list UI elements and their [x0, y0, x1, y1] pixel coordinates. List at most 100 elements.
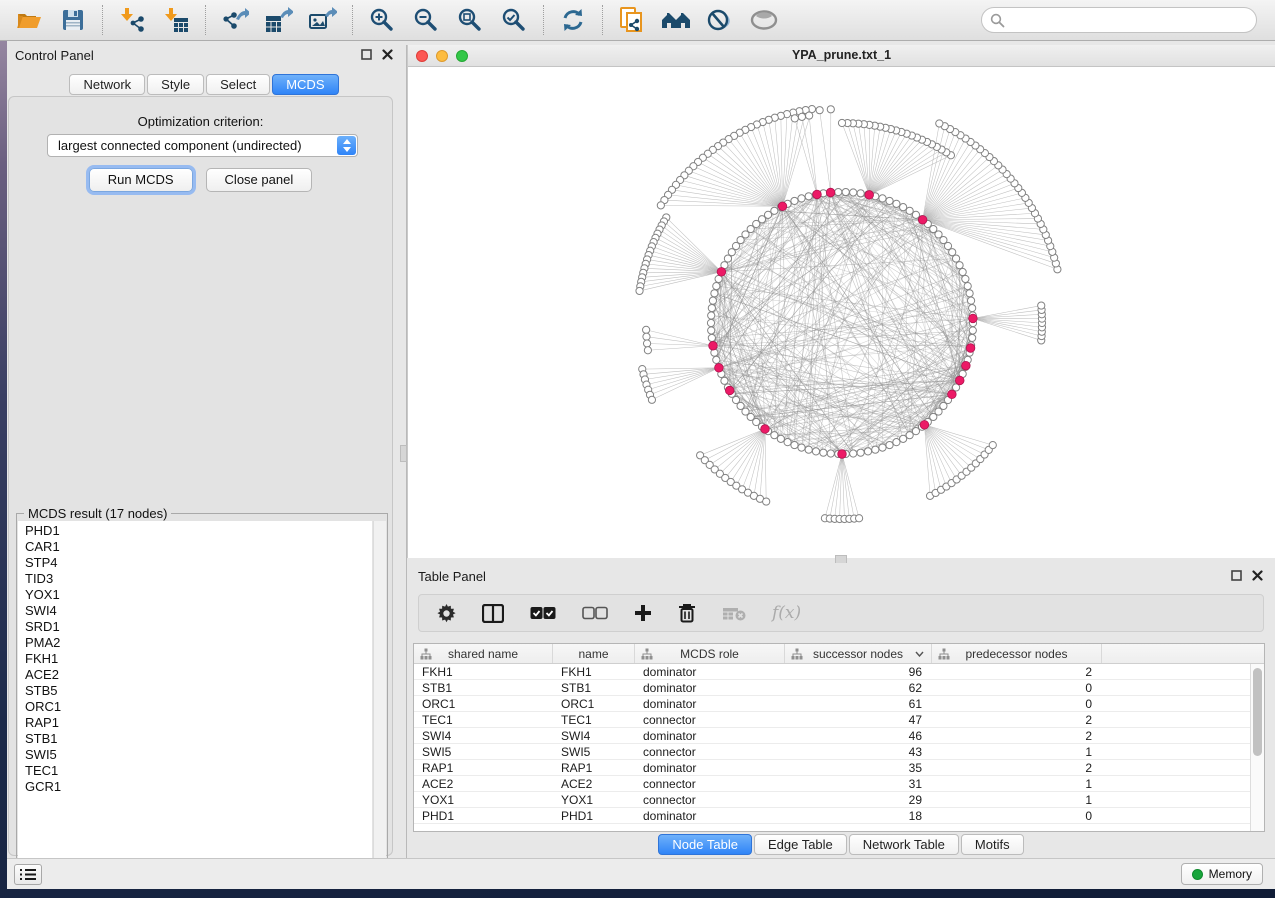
mcds-result-item[interactable]: TID3	[25, 571, 372, 587]
zoom-out-icon[interactable]	[411, 5, 441, 35]
export-table-icon[interactable]	[264, 5, 294, 35]
mcds-result-item[interactable]: YOX1	[25, 587, 372, 603]
mcds-result-item[interactable]: TEC1	[25, 763, 372, 779]
refresh-layout-icon[interactable]	[558, 5, 588, 35]
mcds-result-item[interactable]: FKH1	[25, 651, 372, 667]
memory-button[interactable]: Memory	[1181, 863, 1263, 885]
table-cell: 0	[932, 680, 1102, 695]
delete-icon[interactable]	[678, 601, 696, 625]
mcds-result-item[interactable]: CAR1	[25, 539, 372, 555]
gear-icon[interactable]	[437, 601, 456, 625]
import-table-icon[interactable]	[161, 5, 191, 35]
table-row[interactable]: YOX1YOX1connector291	[414, 792, 1250, 808]
export-network-icon[interactable]	[220, 5, 250, 35]
network-window: YPA_prune.txt_1	[407, 45, 1275, 558]
show-eye-icon[interactable]	[749, 5, 779, 35]
mcds-result-list[interactable]: PHD1CAR1STP4TID3YOX1SWI4SRD1PMA2FKH1ACE2…	[18, 521, 373, 883]
split-panel-icon[interactable]	[482, 601, 504, 625]
mcds-result-item[interactable]: STP4	[25, 555, 372, 571]
table-row[interactable]: SWI4SWI4dominator462	[414, 728, 1250, 744]
zoom-fit-icon[interactable]	[455, 5, 485, 35]
table-row[interactable]: SWI5SWI5connector431	[414, 744, 1250, 760]
control-panel-title: Control Panel	[15, 48, 94, 63]
table-cell: 46	[785, 728, 932, 743]
column-header-name[interactable]: name	[553, 644, 635, 663]
clone-network-icon[interactable]	[617, 5, 647, 35]
hide-selected-icon[interactable]	[705, 5, 735, 35]
mcds-result-item[interactable]: ORC1	[25, 699, 372, 715]
mcds-result-item[interactable]: ACE2	[25, 667, 372, 683]
search-box[interactable]	[981, 7, 1257, 33]
float-panel-icon[interactable]	[1231, 570, 1242, 581]
column-header-mcds-role[interactable]: MCDS role	[635, 644, 785, 663]
table-cell: 61	[785, 696, 932, 711]
criterion-select[interactable]: largest connected component (undirected)	[47, 134, 358, 157]
houses-icon[interactable]	[661, 5, 691, 35]
mcds-result-item[interactable]: STB5	[25, 683, 372, 699]
network-view[interactable]	[408, 67, 1275, 558]
table-row[interactable]: ORC1ORC1dominator610	[414, 696, 1250, 712]
table-row[interactable]: ACE2ACE2connector311	[414, 776, 1250, 792]
table-row[interactable]: STB1STB1dominator620	[414, 680, 1250, 696]
run-mcds-button[interactable]: Run MCDS	[89, 168, 193, 192]
memory-status-icon	[1192, 869, 1203, 880]
mcds-result-item[interactable]: SWI4	[25, 603, 372, 619]
column-header-predecessor-nodes[interactable]: predecessor nodes	[932, 644, 1102, 663]
tab-mcds[interactable]: MCDS	[272, 74, 338, 95]
close-panel-icon[interactable]	[1252, 570, 1263, 581]
tab-motifs[interactable]: Motifs	[961, 834, 1024, 855]
mcds-result-item[interactable]: PHD1	[25, 523, 372, 539]
save-session-icon[interactable]	[58, 5, 88, 35]
tab-node-table[interactable]: Node Table	[658, 834, 752, 855]
column-header-successor-nodes[interactable]: successor nodes	[785, 644, 932, 663]
tab-network[interactable]: Network	[69, 74, 145, 95]
table-cell: SWI4	[414, 728, 553, 743]
mcds-panel: Optimization criterion: largest connecte…	[8, 96, 393, 856]
node-table: shared namenameMCDS rolesuccessor nodesp…	[413, 643, 1265, 832]
node-table-body: FKH1FKH1dominator962STB1STB1dominator620…	[414, 664, 1250, 831]
status-bar: Memory	[7, 858, 1275, 889]
table-cell: PHD1	[414, 808, 553, 823]
mcds-result-item[interactable]: PMA2	[25, 635, 372, 651]
mcds-result-item[interactable]: RAP1	[25, 715, 372, 731]
function-builder-icon[interactable]: f(x)	[772, 601, 801, 625]
table-row[interactable]: RAP1RAP1dominator352	[414, 760, 1250, 776]
tab-edge-table[interactable]: Edge Table	[754, 834, 847, 855]
add-column-icon[interactable]	[634, 601, 652, 625]
zoom-selected-icon[interactable]	[499, 5, 529, 35]
tab-select[interactable]: Select	[206, 74, 270, 95]
table-cell: 2	[932, 712, 1102, 727]
import-network-icon[interactable]	[117, 5, 147, 35]
table-row[interactable]: TEC1TEC1connector472	[414, 712, 1250, 728]
tab-style[interactable]: Style	[147, 74, 204, 95]
mcds-result-item[interactable]: GCR1	[25, 779, 372, 795]
table-row[interactable]: PHD1PHD1dominator180	[414, 808, 1250, 824]
table-cell: SWI4	[553, 728, 635, 743]
zoom-in-icon[interactable]	[367, 5, 397, 35]
mcds-result-item[interactable]: STB1	[25, 731, 372, 747]
tab-network-table[interactable]: Network Table	[849, 834, 959, 855]
float-panel-icon[interactable]	[361, 49, 372, 60]
column-header-shared-name[interactable]: shared name	[414, 644, 553, 663]
export-image-icon[interactable]	[308, 5, 338, 35]
table-scrollbar[interactable]	[1250, 664, 1264, 831]
clear-table-icon[interactable]	[722, 601, 746, 625]
table-cell: RAP1	[553, 760, 635, 775]
mcds-list-scrollbar[interactable]	[373, 521, 386, 883]
search-input[interactable]	[1005, 13, 1248, 28]
mcds-result-item[interactable]: SWI5	[25, 747, 372, 763]
close-panel-button[interactable]: Close panel	[206, 168, 313, 192]
open-session-icon[interactable]	[14, 5, 44, 35]
table-cell: TEC1	[414, 712, 553, 727]
table-row[interactable]: FKH1FKH1dominator962	[414, 664, 1250, 680]
table-cell: ORC1	[553, 696, 635, 711]
mcds-result-item[interactable]: SRD1	[25, 619, 372, 635]
table-cell: connector	[635, 792, 785, 807]
select-all-icon[interactable]	[530, 601, 556, 625]
deselect-all-icon[interactable]	[582, 601, 608, 625]
close-panel-icon[interactable]	[382, 49, 393, 60]
table-scrollbar-thumb[interactable]	[1253, 668, 1262, 756]
table-cell: 62	[785, 680, 932, 695]
vertical-splitter-handle[interactable]	[400, 445, 407, 462]
task-history-button[interactable]	[14, 864, 42, 885]
